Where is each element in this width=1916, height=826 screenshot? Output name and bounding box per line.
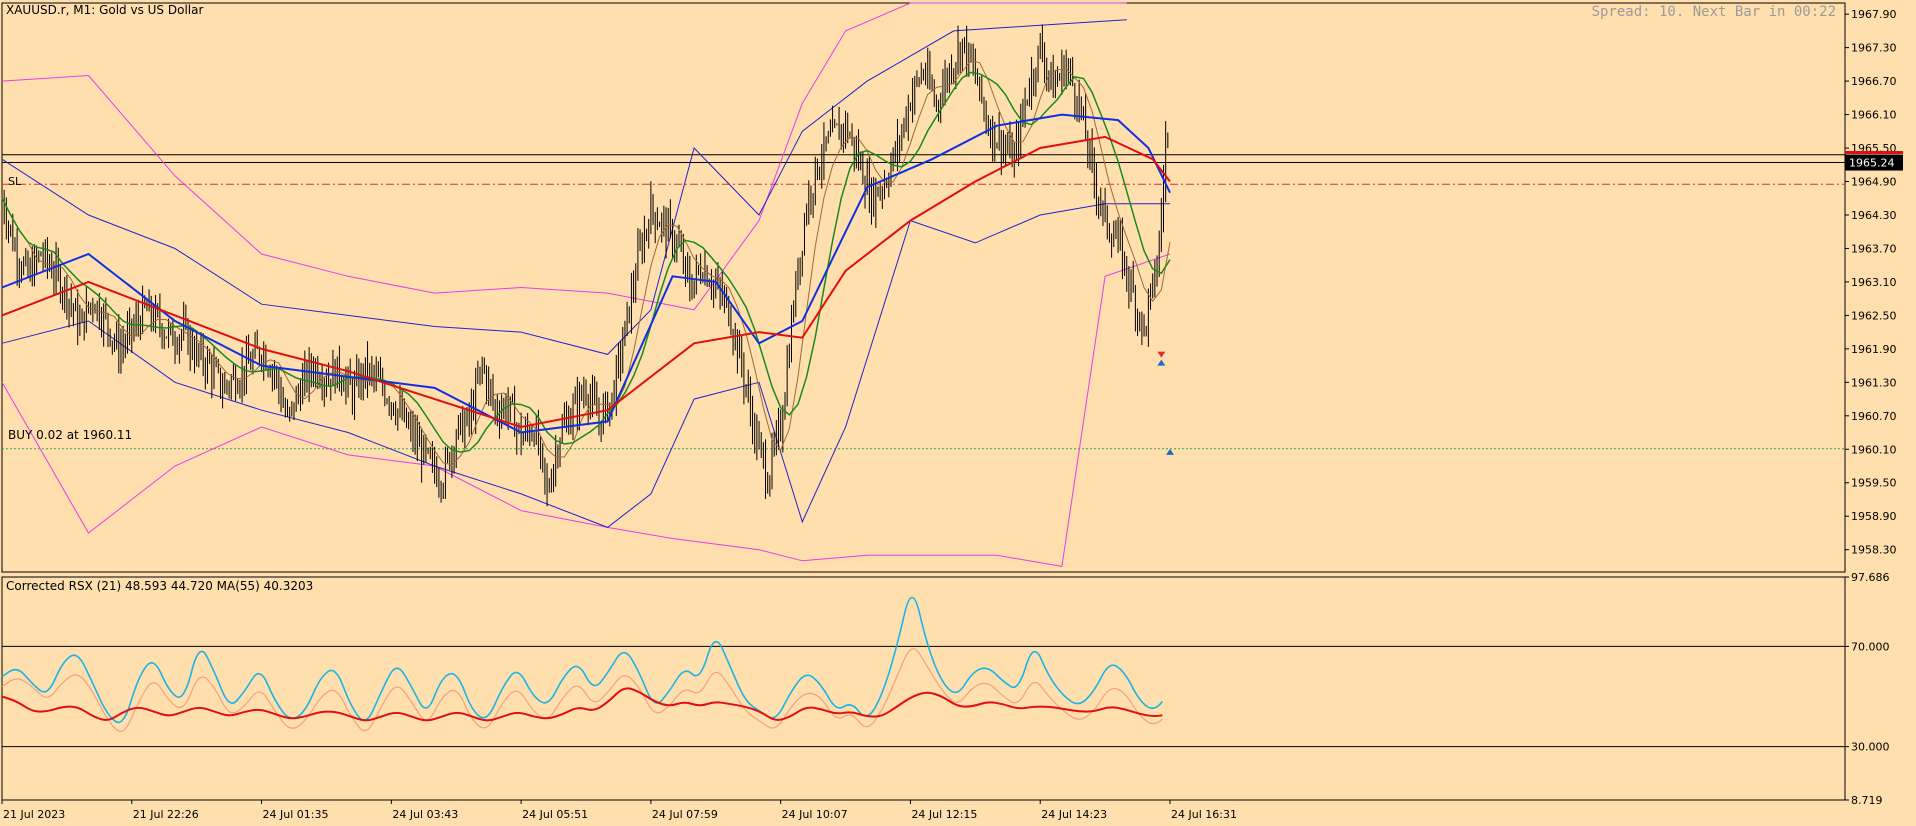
y-tick-label: 1966.10 [1851, 109, 1897, 122]
x-tick-label: 21 Jul 2023 [3, 808, 65, 821]
x-tick-label: 24 Jul 07:59 [652, 808, 718, 821]
sell-arrow-down [1157, 351, 1166, 358]
sub-y-tick-label: 8.719 [1851, 794, 1883, 807]
chart-canvas: 1967.901967.301966.701966.101965.501964.… [1, 2, 1903, 821]
rsx-series-ma-55- [1, 687, 1163, 722]
x-tick-label: 24 Jul 05:51 [522, 808, 588, 821]
x-tick-label: 21 Jul 22:26 [133, 808, 199, 821]
x-tick-label: 24 Jul 16:31 [1171, 808, 1237, 821]
y-tick-label: 1966.70 [1851, 75, 1897, 88]
x-tick-label: 24 Jul 03:43 [392, 808, 458, 821]
sub-y-tick-label: 70.000 [1851, 640, 1890, 653]
sub-y-tick-label: 30.000 [1851, 741, 1890, 754]
subwindow-title: Corrected RSX (21) 48.593 44.720 MA(55) … [6, 579, 314, 593]
trading-chart-window: 1967.90 1967.30 1966.70 1966.10 1965.50 1964.… [0, 0, 1916, 826]
order-label: BUY 0.02 at 1960.11 [8, 428, 133, 442]
sl-label: SL [8, 175, 22, 188]
x-tick-label: 24 Jul 10:07 [782, 808, 848, 821]
y-tick-label: 1963.10 [1851, 276, 1897, 289]
rsx-series-rsx-signal [1, 648, 1163, 732]
sub-plot-frame [1, 576, 1846, 801]
y-tick-label: 1963.70 [1851, 242, 1897, 255]
y-tick-label: 1961.90 [1851, 343, 1897, 356]
y-tick-label: 1959.50 [1851, 477, 1897, 490]
chart-title: XAUUSD.r, M1: Gold vs US Dollar [6, 3, 204, 17]
sub-y-tick-label: 97.686 [1851, 571, 1890, 584]
rsx-series-rsx [1, 596, 1164, 724]
y-tick-label: 1964.90 [1851, 176, 1897, 189]
current-price-label: 1965.24 [1849, 157, 1895, 170]
y-tick-label: 1964.30 [1851, 209, 1897, 222]
candles-group [1, 24, 1169, 507]
x-tick-label: 24 Jul 14:23 [1041, 808, 1107, 821]
y-tick-label: 1967.90 [1851, 8, 1897, 21]
order-arrow-up [1166, 448, 1174, 455]
y-tick-label: 1967.30 [1851, 42, 1897, 55]
y-tick-label: 1961.30 [1851, 376, 1897, 389]
y-tick-label: 1958.90 [1851, 510, 1897, 523]
buy-arrow-up [1157, 359, 1166, 366]
y-tick-label: 1960.10 [1851, 443, 1897, 456]
y-tick-label: 1962.50 [1851, 309, 1897, 322]
bollinger-inner-lower [1, 203, 1170, 528]
y-tick-label: 1958.30 [1851, 544, 1897, 557]
spread-timer: Spread: 10. Next Bar in 00:22 [1591, 4, 1836, 20]
y-tick-label: 1960.70 [1851, 410, 1897, 423]
x-tick-label: 24 Jul 12:15 [911, 808, 977, 821]
x-tick-label: 24 Jul 01:35 [263, 808, 329, 821]
main-plot-frame [1, 2, 1846, 573]
